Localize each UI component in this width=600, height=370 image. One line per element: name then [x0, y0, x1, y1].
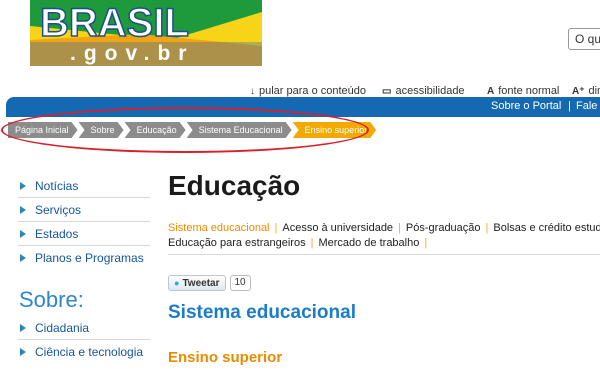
arrow-right-icon — [20, 230, 26, 238]
section-title: Sistema educacional — [168, 302, 356, 323]
subnav-educacao-estrangeiros[interactable]: Educação para estrangeiros — [168, 237, 306, 249]
arrow-right-icon — [20, 182, 26, 190]
breadcrumb-educacao[interactable]: Educação — [125, 122, 186, 138]
content-divider — [168, 254, 600, 255]
subnav-acesso-universidade[interactable]: Acesso à universidade — [282, 222, 393, 234]
breadcrumb-sistema-educacional[interactable]: Sistema Educacional — [187, 122, 292, 138]
increase-font-link[interactable]: A⁺ dim — [572, 84, 600, 98]
subnav-row-1: Sistema educacional | Acesso à universid… — [168, 222, 600, 234]
arrow-right-icon — [20, 324, 26, 332]
breadcrumb-home[interactable]: Página Inicial — [8, 122, 78, 138]
sidebar-item-noticias[interactable]: Notícias — [20, 178, 78, 194]
twitter-bird-icon: ● — [174, 278, 180, 288]
top-navigation-bar: Sobre o Portal | Fale co — [6, 97, 600, 117]
subnav-row-2: Educação para estrangeiros | Mercado de … — [168, 237, 432, 249]
font-size-icon: A — [487, 85, 495, 97]
search-input[interactable]: O que — [568, 28, 600, 50]
topbar-separator: | — [568, 100, 571, 112]
subnav-pos-graduacao[interactable]: Pós-graduação — [406, 222, 481, 234]
sidebar-item-servicos[interactable]: Serviços — [20, 202, 81, 218]
subsection-title: Ensino superior — [168, 349, 283, 366]
arrow-right-icon — [20, 206, 26, 214]
logo-domain: .gov.br — [70, 42, 194, 65]
breadcrumb: Página Inicial Sobre Educação Sistema Ed… — [8, 122, 377, 138]
breadcrumb-current: Ensino superior — [293, 122, 377, 138]
sidebar-item-cidadania[interactable]: Cidadania — [20, 320, 89, 336]
brasil-gov-logo[interactable]: BRASIL .gov.br — [30, 0, 262, 66]
sidebar-divider — [18, 245, 150, 246]
subnav-separator: | — [424, 237, 428, 249]
tweet-count: 10 — [229, 275, 251, 291]
sidebar-divider — [18, 339, 150, 340]
subnav-bolsas-credito[interactable]: Bolsas e crédito estudan — [493, 222, 600, 234]
subnav-sistema-educacional[interactable]: Sistema educacional — [168, 222, 270, 234]
subnav-separator: | — [310, 237, 314, 249]
sidebar-item-estados[interactable]: Estados — [20, 226, 78, 242]
contact-link[interactable]: Fale co — [576, 100, 600, 112]
monitor-icon: ▭ — [382, 85, 392, 97]
sobre-heading: Sobre: — [19, 287, 84, 312]
subnav-separator: | — [485, 222, 489, 234]
subnav-separator: | — [398, 222, 401, 234]
accessibility-link[interactable]: ▭ acessibilidade — [382, 84, 465, 98]
font-normal-link[interactable]: A fonte normal — [487, 84, 559, 98]
page-title: Educação — [168, 170, 301, 201]
sidebar-item-ciencia-tecnologia[interactable]: Ciência e tecnologia — [20, 344, 143, 360]
arrow-right-icon — [20, 348, 26, 356]
subnav-mercado-trabalho[interactable]: Mercado de trabalho — [318, 237, 419, 249]
about-portal-link[interactable]: Sobre o Portal — [491, 100, 561, 112]
tweet-button[interactable]: ● Tweetar — [168, 275, 226, 291]
arrow-right-icon — [20, 254, 26, 262]
sidebar-divider — [18, 197, 150, 198]
arrow-down-icon: ↓ — [250, 85, 255, 97]
logo-text: BRASIL — [40, 1, 189, 45]
font-increase-icon: A⁺ — [572, 85, 585, 97]
site-header: BRASIL .gov.br O que ↓ pular para o cont… — [0, 0, 600, 98]
subnav-separator: | — [274, 222, 278, 234]
sidebar-divider — [18, 221, 150, 222]
tweet-widget: ● Tweetar 10 — [168, 275, 251, 291]
breadcrumb-sobre[interactable]: Sobre — [79, 122, 124, 138]
sidebar-item-planos-programas[interactable]: Planos e Programas — [20, 250, 144, 266]
skip-to-content-link[interactable]: ↓ pular para o conteúdo — [250, 84, 366, 98]
